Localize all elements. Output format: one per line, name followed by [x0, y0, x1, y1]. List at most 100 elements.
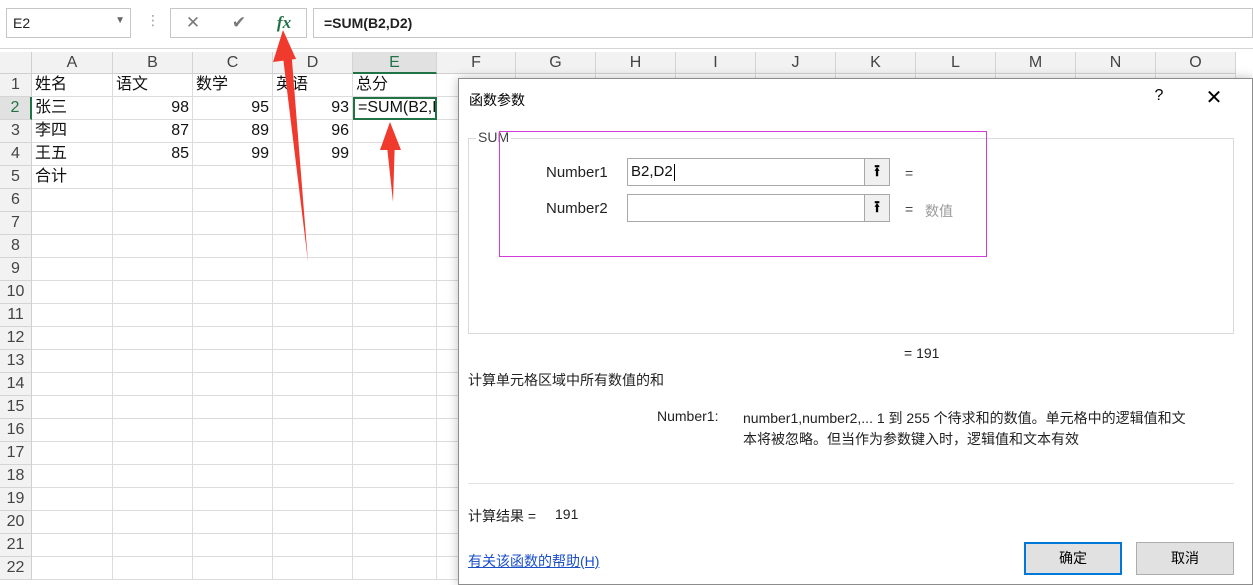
cell-a18[interactable]: [32, 465, 113, 488]
row-header-15[interactable]: 15: [0, 396, 32, 419]
cell-e6[interactable]: [353, 189, 437, 212]
cell-c20[interactable]: [193, 511, 273, 534]
cell-e5[interactable]: [353, 166, 437, 189]
column-header-f[interactable]: F: [437, 52, 516, 74]
row-header-4[interactable]: 4: [0, 143, 32, 166]
select-all-corner[interactable]: [0, 52, 32, 74]
cell-b18[interactable]: [113, 465, 193, 488]
row-header-17[interactable]: 17: [0, 442, 32, 465]
cell-d9[interactable]: [273, 258, 353, 281]
cell-a22[interactable]: [32, 557, 113, 580]
column-header-o[interactable]: O: [1156, 52, 1236, 74]
row-header-18[interactable]: 18: [0, 465, 32, 488]
cell-a5[interactable]: 合计: [32, 166, 113, 189]
column-header-j[interactable]: J: [756, 52, 836, 74]
cell-d19[interactable]: [273, 488, 353, 511]
cell-b6[interactable]: [113, 189, 193, 212]
row-header-7[interactable]: 7: [0, 212, 32, 235]
cell-e4[interactable]: [353, 143, 437, 166]
cell-e17[interactable]: [353, 442, 437, 465]
cell-d15[interactable]: [273, 396, 353, 419]
cell-c14[interactable]: [193, 373, 273, 396]
column-header-n[interactable]: N: [1076, 52, 1156, 74]
cell-a17[interactable]: [32, 442, 113, 465]
cell-b4[interactable]: 85: [113, 143, 193, 166]
row-header-9[interactable]: 9: [0, 258, 32, 281]
column-header-e[interactable]: E: [353, 52, 437, 74]
cell-d3[interactable]: 96: [273, 120, 353, 143]
cell-e14[interactable]: [353, 373, 437, 396]
cell-b12[interactable]: [113, 327, 193, 350]
cell-d10[interactable]: [273, 281, 353, 304]
cell-a15[interactable]: [32, 396, 113, 419]
cell-a14[interactable]: [32, 373, 113, 396]
cell-e10[interactable]: [353, 281, 437, 304]
cell-a9[interactable]: [32, 258, 113, 281]
row-header-22[interactable]: 22: [0, 557, 32, 580]
cell-e15[interactable]: [353, 396, 437, 419]
cell-e16[interactable]: [353, 419, 437, 442]
cell-c18[interactable]: [193, 465, 273, 488]
cell-b3[interactable]: 87: [113, 120, 193, 143]
cell-c4[interactable]: 99: [193, 143, 273, 166]
cell-b17[interactable]: [113, 442, 193, 465]
cell-a11[interactable]: [32, 304, 113, 327]
row-header-12[interactable]: 12: [0, 327, 32, 350]
cell-b21[interactable]: [113, 534, 193, 557]
cell-e3[interactable]: [353, 120, 437, 143]
formula-input[interactable]: =SUM(B2,D2): [313, 8, 1253, 38]
column-header-b[interactable]: B: [113, 52, 193, 74]
cell-c19[interactable]: [193, 488, 273, 511]
cell-e18[interactable]: [353, 465, 437, 488]
cell-a10[interactable]: [32, 281, 113, 304]
cell-d21[interactable]: [273, 534, 353, 557]
row-header-3[interactable]: 3: [0, 120, 32, 143]
cell-b19[interactable]: [113, 488, 193, 511]
cell-e13[interactable]: [353, 350, 437, 373]
cell-b20[interactable]: [113, 511, 193, 534]
column-header-l[interactable]: L: [916, 52, 996, 74]
cell-b9[interactable]: [113, 258, 193, 281]
column-header-m[interactable]: M: [996, 52, 1076, 74]
cell-a19[interactable]: [32, 488, 113, 511]
cell-d14[interactable]: [273, 373, 353, 396]
name-box[interactable]: E2 ▼: [6, 8, 131, 38]
cell-b15[interactable]: [113, 396, 193, 419]
row-header-8[interactable]: 8: [0, 235, 32, 258]
cell-e20[interactable]: [353, 511, 437, 534]
cell-b16[interactable]: [113, 419, 193, 442]
cell-b22[interactable]: [113, 557, 193, 580]
cell-c15[interactable]: [193, 396, 273, 419]
cell-a21[interactable]: [32, 534, 113, 557]
cell-b5[interactable]: [113, 166, 193, 189]
cell-a2[interactable]: 张三: [32, 97, 113, 120]
cell-e9[interactable]: [353, 258, 437, 281]
cell-a7[interactable]: [32, 212, 113, 235]
row-header-16[interactable]: 16: [0, 419, 32, 442]
insert-function-fx-icon[interactable]: fx: [270, 12, 298, 34]
column-header-d[interactable]: D: [273, 52, 353, 74]
cell-c5[interactable]: [193, 166, 273, 189]
cell-b11[interactable]: [113, 304, 193, 327]
cell-c11[interactable]: [193, 304, 273, 327]
help-icon[interactable]: ?: [1149, 87, 1169, 105]
enter-check-icon[interactable]: ✔: [225, 12, 253, 34]
row-header-11[interactable]: 11: [0, 304, 32, 327]
row-header-20[interactable]: 20: [0, 511, 32, 534]
cell-c10[interactable]: [193, 281, 273, 304]
cell-c22[interactable]: [193, 557, 273, 580]
cell-d1[interactable]: 英语: [273, 74, 353, 97]
cell-d22[interactable]: [273, 557, 353, 580]
cell-c13[interactable]: [193, 350, 273, 373]
column-header-g[interactable]: G: [516, 52, 596, 74]
row-header-2[interactable]: 2: [0, 97, 32, 120]
cell-b14[interactable]: [113, 373, 193, 396]
row-header-5[interactable]: 5: [0, 166, 32, 189]
cell-d11[interactable]: [273, 304, 353, 327]
cell-c2[interactable]: 95: [193, 97, 273, 120]
cell-b1[interactable]: 语文: [113, 74, 193, 97]
cell-e19[interactable]: [353, 488, 437, 511]
cell-d20[interactable]: [273, 511, 353, 534]
cell-c9[interactable]: [193, 258, 273, 281]
cell-a20[interactable]: [32, 511, 113, 534]
